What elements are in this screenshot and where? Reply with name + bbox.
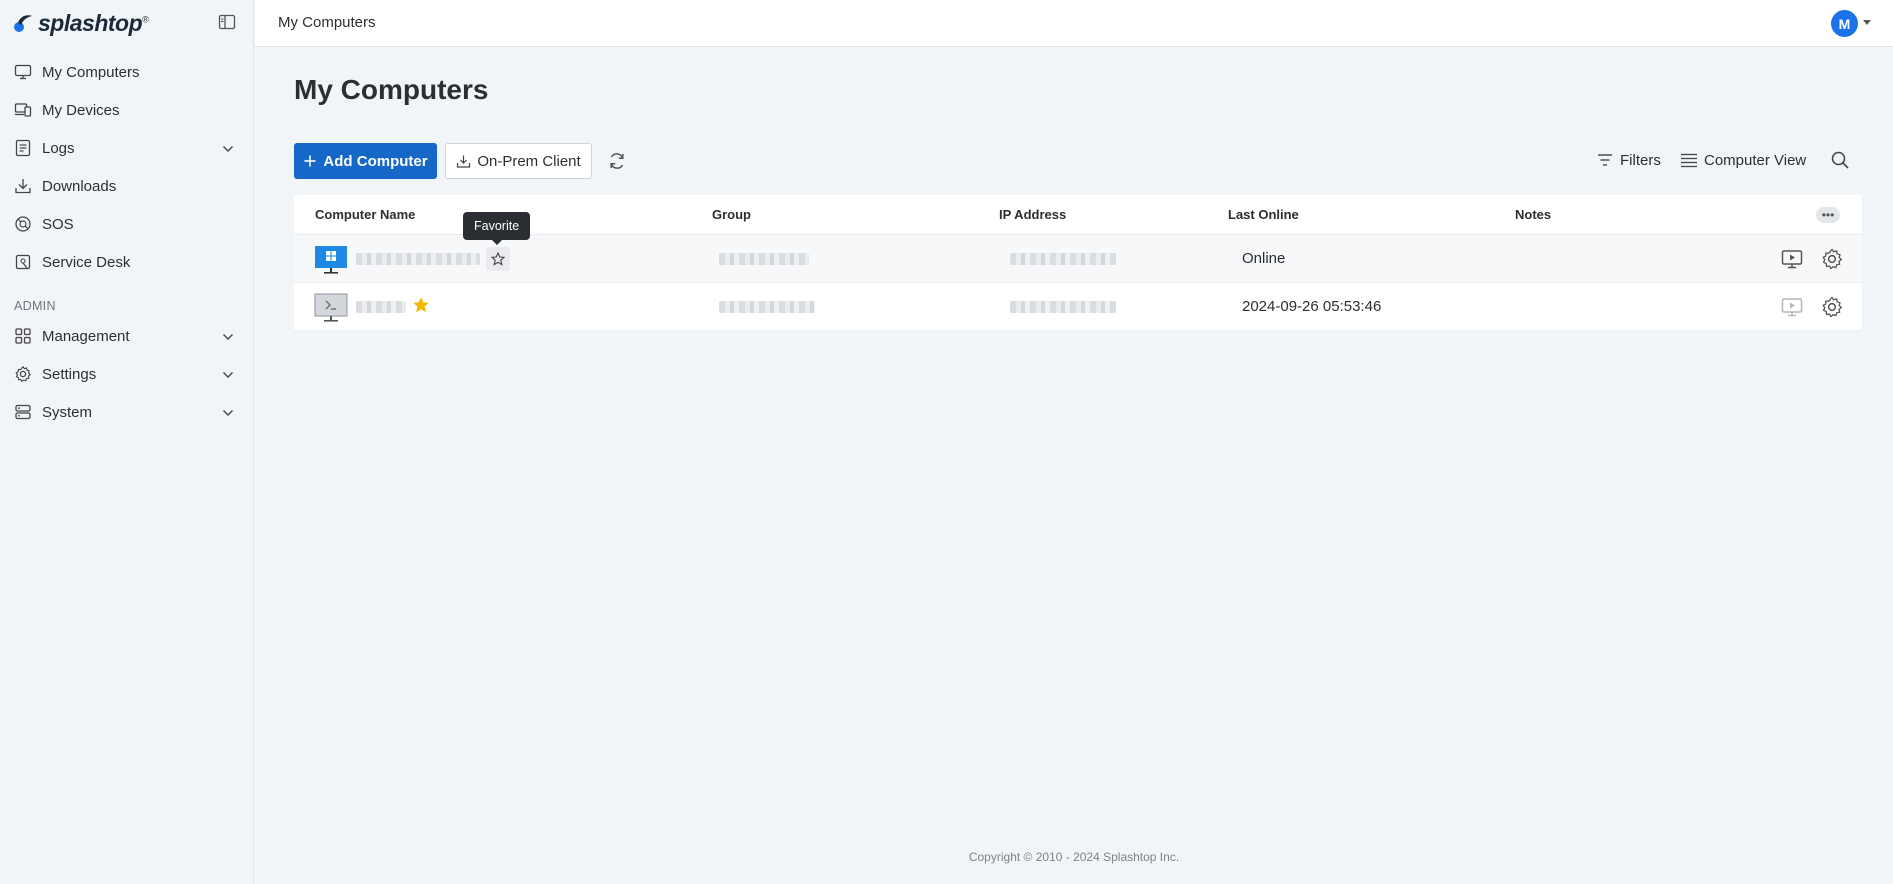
column-ip-address[interactable]: IP Address — [999, 207, 1066, 222]
redacted-computer-name — [356, 253, 480, 265]
connect-button[interactable] — [1780, 295, 1804, 319]
redacted-ip-address — [1010, 253, 1116, 265]
list-view-icon — [1680, 151, 1698, 169]
favorite-toggle[interactable] — [412, 296, 430, 314]
chevron-down-icon — [222, 142, 234, 154]
admin-section-label: ADMIN — [14, 299, 56, 313]
sidebar-item-downloads[interactable]: Downloads — [0, 167, 254, 205]
sidebar-item-label: SOS — [42, 215, 74, 233]
computer-view-button[interactable]: Computer View — [1680, 151, 1806, 169]
caret-down-icon[interactable] — [1863, 20, 1871, 25]
column-computer-name[interactable]: Computer Name — [315, 207, 415, 222]
service-desk-icon — [14, 253, 32, 271]
sidebar-item-label: Logs — [42, 139, 75, 157]
filters-button[interactable]: Filters — [1596, 151, 1661, 169]
computer-settings-button[interactable] — [1820, 247, 1844, 271]
sidebar-item-my-computers[interactable]: My Computers — [0, 53, 254, 91]
star-filled-icon — [413, 297, 429, 313]
redacted-ip-address — [1010, 301, 1116, 313]
remote-connect-icon — [1781, 298, 1803, 317]
on-prem-client-button[interactable]: On-Prem Client — [445, 143, 592, 179]
add-computer-label: Add Computer — [323, 152, 428, 170]
table-row[interactable]: Online — [294, 235, 1862, 283]
plus-icon — [304, 155, 316, 167]
connect-button[interactable] — [1780, 247, 1804, 271]
add-computer-button[interactable]: Add Computer — [294, 143, 437, 179]
sidebar-nav: My Computers My Devices Logs Downloads S… — [0, 53, 254, 431]
grid-icon — [14, 327, 32, 345]
sidebar-item-my-devices[interactable]: My Devices — [0, 91, 254, 129]
filter-icon — [1596, 151, 1614, 169]
server-icon — [14, 403, 32, 421]
sidebar-item-management[interactable]: Management — [0, 317, 254, 355]
sidebar-item-label: Settings — [42, 365, 97, 383]
sidebar-item-label: My Computers — [42, 63, 140, 81]
page-title: My Computers — [294, 74, 489, 105]
sidebar-item-system[interactable]: System — [0, 393, 254, 431]
redacted-group — [719, 301, 815, 313]
table-row[interactable]: 2024-09-26 05:53:46 — [294, 283, 1862, 331]
gear-icon — [1822, 248, 1843, 270]
filters-label: Filters — [1620, 151, 1661, 169]
breadcrumb: My Computers — [278, 14, 376, 31]
column-notes[interactable]: Notes — [1515, 207, 1551, 222]
chevron-down-icon — [222, 330, 234, 342]
column-last-online[interactable]: Last Online — [1228, 207, 1299, 222]
remote-connect-icon — [1781, 250, 1803, 269]
sos-icon — [14, 215, 32, 233]
sidebar-item-sos[interactable]: SOS — [0, 205, 254, 243]
star-outline-icon — [491, 252, 505, 266]
sidebar: splashtop® My Computers My Devices Logs … — [0, 0, 254, 884]
footer-copyright: Copyright © 2010 - 2024 Splashtop Inc. — [968, 850, 1180, 864]
windows-computer-icon — [315, 246, 347, 274]
sidebar-toggle-icon — [218, 14, 236, 30]
search-button[interactable] — [1830, 150, 1850, 170]
refresh-icon — [610, 153, 624, 169]
redacted-group — [719, 253, 809, 265]
sidebar-item-logs[interactable]: Logs — [0, 129, 254, 167]
sidebar-item-settings[interactable]: Settings — [0, 355, 254, 393]
favorite-tooltip: Favorite — [463, 212, 531, 245]
toolbar: Add Computer On-Prem Client Filters Comp… — [294, 143, 1862, 179]
logs-icon — [14, 139, 32, 157]
column-options-button[interactable]: ••• — [1816, 207, 1840, 223]
gear-icon — [1822, 296, 1843, 318]
topbar: My Computers M — [255, 0, 1893, 47]
redacted-computer-name — [356, 301, 406, 313]
collapse-sidebar-button[interactable] — [218, 13, 236, 31]
brand-name: splashtop® — [38, 9, 149, 36]
devices-icon — [14, 101, 32, 119]
gear-icon — [14, 365, 32, 383]
last-online-value: Online — [1242, 250, 1286, 267]
terminal-computer-icon — [314, 293, 348, 322]
on-prem-client-label: On-Prem Client — [477, 152, 581, 170]
chevron-down-icon — [222, 368, 234, 380]
download-icon — [14, 177, 32, 195]
monitor-icon — [14, 63, 32, 81]
refresh-button[interactable] — [607, 151, 627, 171]
last-online-value: 2024-09-26 05:53:46 — [1242, 298, 1382, 315]
sidebar-item-label: My Devices — [42, 101, 120, 119]
sidebar-item-label: Service Desk — [42, 253, 131, 271]
brand-logo[interactable]: splashtop® — [12, 9, 149, 36]
search-icon — [1831, 151, 1849, 169]
splashtop-logo-icon — [14, 15, 32, 32]
download-icon — [457, 155, 471, 168]
sidebar-item-label: Downloads — [42, 177, 117, 195]
user-avatar[interactable]: M — [1831, 10, 1858, 37]
sidebar-item-label: System — [42, 403, 93, 421]
computer-view-label: Computer View — [1704, 151, 1807, 169]
sidebar-item-service-desk[interactable]: Service Desk — [0, 243, 254, 281]
chevron-down-icon — [222, 406, 234, 418]
computer-settings-button[interactable] — [1820, 295, 1844, 319]
sidebar-item-label: Management — [42, 327, 130, 345]
column-group[interactable]: Group — [712, 207, 751, 222]
favorite-toggle[interactable] — [486, 247, 510, 271]
